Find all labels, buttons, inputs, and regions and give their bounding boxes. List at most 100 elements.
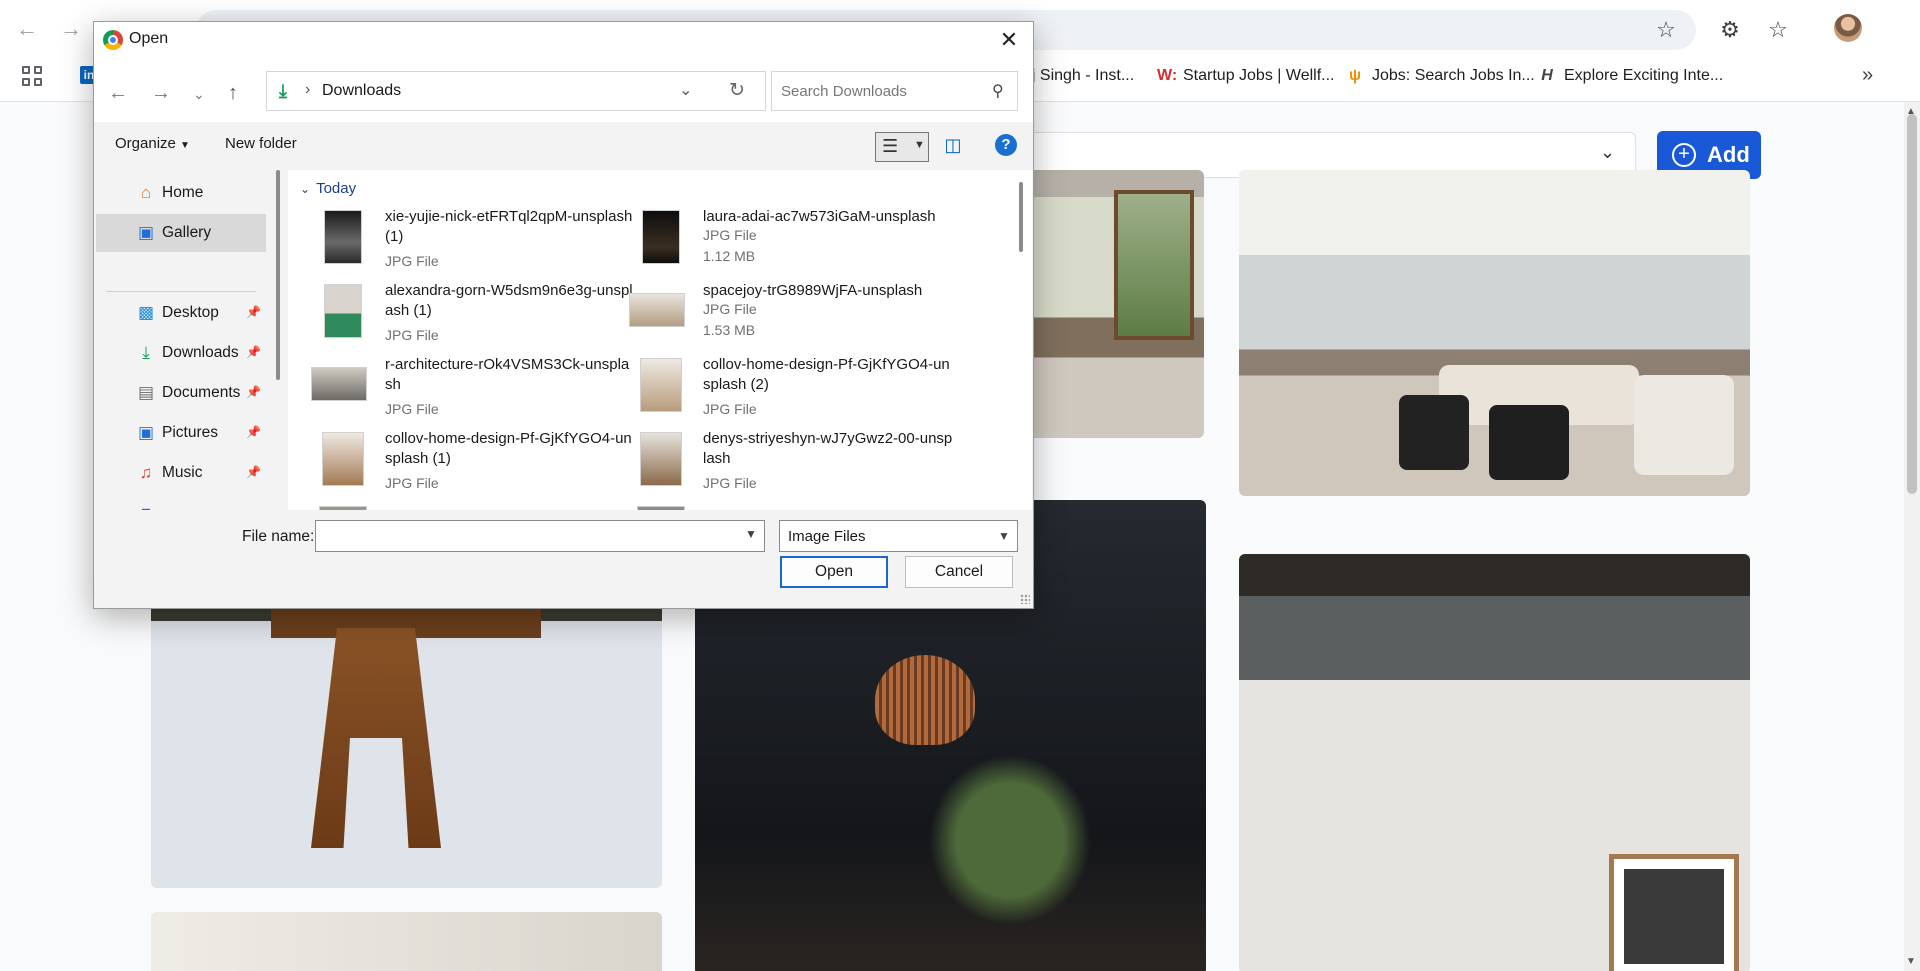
file-name: r-architecture-rOk4VSMS3Ck-unsplash [385, 356, 630, 393]
file-item[interactable]: alexandra-gorn-W5dsm9n6e3g-unsplash (1) … [319, 281, 639, 355]
bookmark-label: Startup Jobs | Wellf... [1183, 67, 1335, 84]
file-item[interactable]: collov-home-design-Pf-GjKfYGO4-unsplash … [637, 355, 957, 429]
gallery-image[interactable] [151, 598, 662, 888]
nav-item-label: Documents [162, 384, 241, 401]
close-icon[interactable]: ✕ [994, 26, 1024, 54]
divider [106, 291, 256, 292]
apps-grid-icon[interactable] [22, 66, 44, 88]
forward-icon[interactable]: → [151, 82, 171, 105]
file-type: JPG File [385, 401, 439, 417]
bookmark-star-icon[interactable]: ☆ [1652, 16, 1680, 44]
file-name-field[interactable] [315, 520, 765, 552]
chevron-down-icon[interactable]: ⌄ [1600, 142, 1615, 163]
nav-item-home[interactable]: ⌂ Home [96, 174, 266, 212]
file-thumbnail [324, 284, 362, 338]
chrome-icon [103, 30, 123, 50]
group-header[interactable]: ⌄ Today [300, 180, 356, 197]
nav-item-documents[interactable]: ▤ Documents 📌 [96, 374, 266, 412]
gallery-image[interactable] [1239, 170, 1750, 496]
nav-item-videos[interactable]: ■ [96, 494, 266, 511]
nav-item-label: Downloads [162, 344, 239, 361]
resize-grip[interactable] [1020, 594, 1030, 604]
pictures-icon: ▣ [137, 423, 155, 442]
file-item[interactable]: xie-yujie-nick-etFRTql2qpM-unsplash (1) … [319, 207, 639, 281]
new-folder-button[interactable]: New folder [225, 135, 297, 152]
file-type: JPG File [703, 475, 757, 491]
file-item[interactable]: r-architecture-rOk4VSMS3Ck-unsplash JPG … [311, 355, 639, 429]
extensions-icon[interactable]: ⚙ [1716, 16, 1744, 44]
pin-icon: 📌 [246, 385, 261, 399]
caret-down-icon: ▼ [914, 139, 925, 151]
command-bar: Organize ▼ New folder ☰ ▼ ◫ ? [94, 122, 1033, 170]
file-type: JPG File [385, 475, 439, 491]
back-icon[interactable]: ← [14, 16, 40, 42]
open-file-dialog: Open ✕ ← → ⌄ ↑ ⤓ › Downloads ⌄ ↻ Search … [93, 21, 1034, 609]
address-bar[interactable]: ⤓ › Downloads ⌄ ↻ [266, 71, 766, 111]
file-type-select[interactable]: Image Files ▼ [779, 520, 1018, 552]
preview-pane-icon[interactable]: ◫ [942, 134, 964, 156]
bookmark-label: Explore Exciting Inte... [1564, 67, 1724, 84]
chevron-down-icon[interactable]: ⌄ [679, 80, 692, 100]
up-folder-icon[interactable]: ↑ [228, 82, 238, 105]
search-input[interactable]: Search Downloads ⚲ [771, 71, 1018, 111]
file-name: denys-striyeshyn-wJ7yGwz2-00-unsplash [703, 430, 953, 467]
gallery-image[interactable] [151, 912, 662, 971]
organize-button[interactable]: Organize ▼ [115, 135, 190, 152]
documents-icon: ▤ [137, 383, 155, 402]
file-item[interactable]: collov-home-design-Pf-GjKfYGO4-unsplash … [319, 429, 639, 503]
navpane-scrollbar[interactable] [276, 170, 280, 380]
scroll-up-icon[interactable]: ▲ [1906, 106, 1916, 117]
nav-item-gallery[interactable]: ▣ Gallery [96, 214, 266, 252]
back-icon[interactable]: ← [108, 82, 128, 105]
pin-icon: 📌 [246, 465, 261, 479]
page-scrollbar-thumb[interactable] [1907, 114, 1917, 494]
bookmark-item[interactable]: ψ Jobs: Search Jobs In... [1346, 65, 1535, 87]
file-thumbnail [311, 367, 367, 401]
chevron-down-icon[interactable]: ▼ [745, 527, 757, 541]
cancel-button[interactable]: Cancel [905, 556, 1013, 588]
naukri-icon: ψ [1348, 67, 1362, 84]
organize-label: Organize [115, 135, 176, 152]
nav-item-label: Home [162, 184, 204, 201]
file-name: alexandra-gorn-W5dsm9n6e3g-unsplash (1) [385, 282, 633, 319]
view-options-button[interactable]: ☰ ▼ [875, 132, 929, 162]
file-item[interactable] [637, 503, 957, 510]
scroll-down-icon[interactable]: ▼ [1906, 956, 1916, 967]
bookmark-item[interactable]: aj Singh - Inst... [1023, 65, 1134, 87]
bookmark-item[interactable]: H Explore Exciting Inte... [1538, 65, 1723, 87]
group-header-label: Today [316, 180, 357, 197]
open-button[interactable]: Open [780, 556, 888, 588]
recent-locations-icon[interactable]: ⌄ [193, 86, 205, 103]
profile-avatar[interactable] [1834, 14, 1862, 42]
nav-item-desktop[interactable]: ▩ Desktop 📌 [96, 294, 266, 332]
search-icon[interactable]: ⚲ [992, 81, 1004, 101]
help-icon[interactable]: ? [995, 134, 1017, 156]
file-type-value: Image Files [788, 528, 866, 545]
more-bookmarks-icon[interactable]: » [1862, 64, 1873, 87]
refresh-icon[interactable]: ↻ [729, 79, 745, 102]
nav-item-downloads[interactable]: ⤓ Downloads 📌 [96, 334, 266, 372]
file-item[interactable]: spacejoy-trG8989WjFA-unsplash JPG File 1… [629, 281, 957, 355]
plus-icon: + [1672, 143, 1696, 167]
file-list-scrollbar[interactable] [1019, 182, 1023, 252]
nav-item-music[interactable]: ♫ Music 📌 [96, 454, 266, 492]
internshala-icon: H [1541, 67, 1553, 84]
gallery-icon: ▣ [137, 223, 155, 242]
gallery-image[interactable] [1004, 170, 1204, 438]
bookmarks-menu-icon[interactable]: ☆ [1764, 16, 1792, 44]
file-name: spacejoy-trG8989WjFA-unsplash [703, 282, 923, 299]
nav-item-pictures[interactable]: ▣ Pictures 📌 [96, 414, 266, 452]
file-item[interactable]: laura-adai-ac7w573iGaM-unsplash JPG File… [637, 207, 957, 281]
forward-icon[interactable]: → [58, 16, 84, 42]
nav-item-label: Gallery [162, 224, 212, 241]
file-name: collov-home-design-Pf-GjKfYGO4-unsplash … [385, 430, 632, 467]
gallery-image[interactable] [1239, 554, 1750, 971]
home-icon: ⌂ [140, 183, 152, 202]
bookmark-item[interactable]: W: Startup Jobs | Wellf... [1157, 65, 1334, 87]
breadcrumb[interactable]: Downloads [322, 82, 401, 100]
chevron-down-icon: ▼ [998, 529, 1010, 543]
nav-item-label: Desktop [162, 304, 219, 321]
file-item[interactable]: denys-striyeshyn-wJ7yGwz2-00-unsplash JP… [637, 429, 957, 503]
file-thumbnail [640, 358, 682, 412]
file-item[interactable] [319, 503, 639, 510]
